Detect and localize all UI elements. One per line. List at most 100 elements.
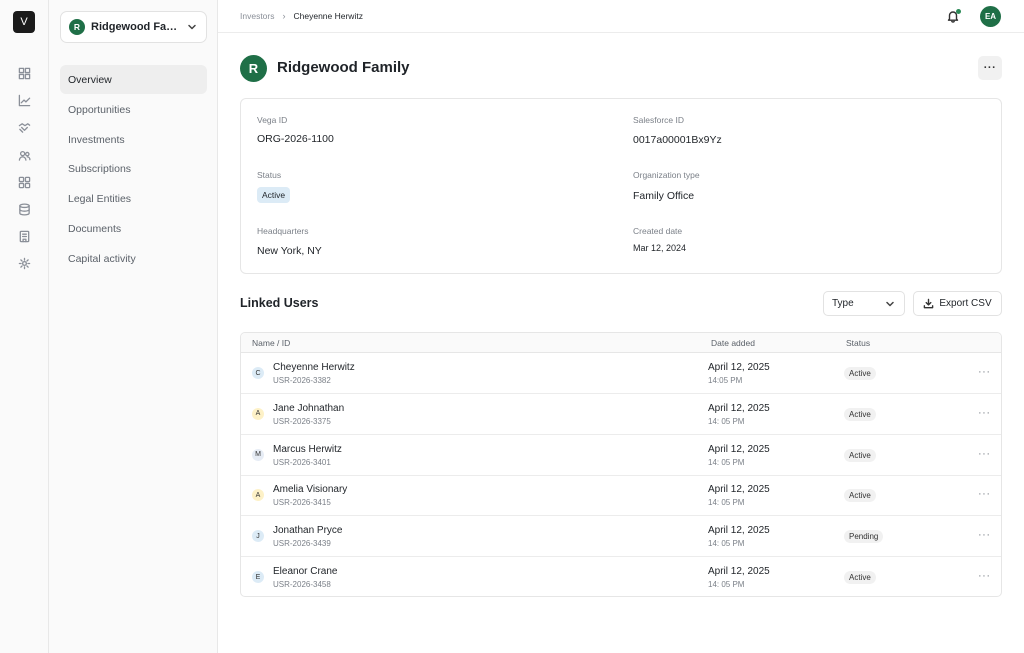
table-row[interactable]: A Amelia Visionary USR-2026-3415 April 1… — [241, 475, 1001, 517]
table-row[interactable]: A Jane Johnathan USR-2026-3375 April 12,… — [241, 394, 1001, 435]
salesforce-id-label: Salesforce ID — [633, 115, 685, 125]
nav-item-opportunities[interactable]: Opportunities — [60, 95, 207, 124]
breadcrumb-investors[interactable]: Investors — [240, 11, 275, 21]
headquarters-value: New York, NY — [257, 245, 322, 257]
gear-icon[interactable] — [17, 256, 31, 270]
user-id: USR-2026-3382 — [273, 376, 331, 385]
date-added: April 12, 2025 — [708, 525, 770, 537]
org-type-label: Organization type — [633, 170, 700, 180]
date-added: April 12, 2025 — [708, 566, 770, 577]
org-title-avatar: R — [240, 55, 267, 82]
headquarters-label: Headquarters — [257, 226, 309, 236]
org-type-value: Family Office — [633, 190, 695, 202]
user-id: USR-2026-3415 — [273, 498, 331, 508]
date-added: April 12, 2025 — [708, 402, 770, 414]
time-added: 14: 05 PM — [708, 498, 745, 508]
time-added: 14: 05 PM — [708, 457, 745, 467]
grid-icon[interactable] — [17, 175, 31, 189]
linked-users-title: Linked Users — [240, 296, 319, 310]
main-content: Investors › Cheyenne Herwitz EA R Ridgew… — [218, 0, 1024, 653]
notification-dot — [956, 9, 961, 14]
user-name[interactable]: Cheyenne Herwitz — [273, 362, 355, 373]
row-more-button[interactable]: ··· — [978, 448, 991, 460]
user-id: USR-2026-3401 — [273, 457, 331, 467]
status-badge: Active — [844, 448, 876, 462]
time-added: 14:05 PM — [708, 376, 743, 385]
org-avatar: R — [69, 19, 85, 35]
date-added: April 12, 2025 — [708, 362, 770, 373]
date-added: April 12, 2025 — [708, 484, 770, 496]
bell-icon[interactable] — [946, 9, 961, 23]
breadcrumb-current: Cheyenne Herwitz — [293, 11, 363, 21]
status-badge: Active — [844, 571, 876, 584]
handshake-icon[interactable] — [17, 120, 31, 134]
top-bar: Investors › Cheyenne Herwitz EA — [218, 0, 1024, 33]
status-label: Status — [257, 170, 282, 180]
export-csv-button[interactable]: Export CSV — [913, 291, 1002, 316]
status-badge: Active — [844, 407, 876, 421]
column-date-added[interactable]: Date added — [711, 338, 755, 348]
app-logo[interactable]: V — [13, 11, 35, 33]
linked-users-table: Name / ID Date added Status C Cheyenne H… — [240, 332, 1002, 597]
nav-item-legal-entities[interactable]: Legal Entities — [60, 184, 207, 213]
user-name[interactable]: Jane Johnathan — [273, 403, 344, 414]
user-row-avatar: M — [252, 448, 264, 461]
user-row-avatar: A — [252, 407, 264, 420]
vega-id-value: ORG-2026-1100 — [257, 133, 334, 145]
status-badge: Active — [844, 489, 876, 503]
side-nav: R Ridgewood Family Office Overview Oppor… — [49, 0, 218, 653]
user-row-avatar: E — [252, 571, 264, 583]
type-filter-label: Type — [832, 298, 854, 309]
row-more-button[interactable]: ··· — [978, 366, 991, 378]
chart-icon[interactable] — [17, 93, 31, 107]
user-row-avatar: C — [252, 367, 264, 379]
nav-item-capital-activity[interactable]: Capital activity — [60, 244, 207, 273]
type-filter-dropdown[interactable]: Type — [823, 291, 905, 316]
database-icon[interactable] — [17, 202, 31, 216]
download-icon — [924, 298, 934, 309]
table-row[interactable]: J Jonathan Pryce USR-2026-3439 April 12,… — [241, 516, 1001, 558]
table-header: Name / ID Date added Status — [241, 333, 1001, 353]
breadcrumb: Investors › Cheyenne Herwitz — [240, 11, 363, 21]
created-date-label: Created date — [633, 226, 683, 236]
user-id: USR-2026-3458 — [273, 580, 331, 589]
column-status[interactable]: Status — [846, 338, 870, 348]
details-card: Vega ID ORG-2026-1100 Salesforce ID 0017… — [240, 98, 1002, 274]
user-id: USR-2026-3375 — [273, 416, 331, 426]
more-actions-button[interactable]: ··· — [978, 56, 1002, 80]
salesforce-id-value: 0017a00001Bx9Yz — [633, 134, 722, 146]
row-more-button[interactable]: ··· — [978, 407, 991, 419]
column-name-id[interactable]: Name / ID — [252, 338, 290, 348]
status-badge: Active — [844, 367, 876, 380]
org-switcher[interactable]: R Ridgewood Family Office — [60, 11, 207, 43]
building-icon[interactable] — [17, 229, 31, 243]
row-more-button[interactable]: ··· — [978, 570, 991, 582]
user-name[interactable]: Eleanor Crane — [273, 566, 337, 577]
user-row-avatar: J — [252, 530, 264, 543]
nav-item-subscriptions[interactable]: Subscriptions — [60, 154, 207, 183]
chevron-down-icon — [186, 21, 198, 33]
row-more-button[interactable]: ··· — [978, 488, 991, 500]
time-added: 14: 05 PM — [708, 416, 745, 426]
created-date-value: Mar 12, 2024 — [633, 243, 687, 253]
time-added: 14: 05 PM — [708, 580, 745, 589]
table-row[interactable]: M Marcus Herwitz USR-2026-3401 April 12,… — [241, 435, 1001, 476]
user-name[interactable]: Marcus Herwitz — [273, 444, 342, 455]
nav-item-overview[interactable]: Overview — [60, 65, 207, 94]
org-name: Ridgewood Family Office — [91, 21, 182, 33]
icon-rail: V — [0, 0, 49, 653]
status-badge: Active — [257, 187, 291, 203]
row-more-button[interactable]: ··· — [978, 529, 991, 541]
user-name[interactable]: Amelia Visionary — [273, 484, 347, 495]
nav-item-documents[interactable]: Documents — [60, 214, 207, 243]
table-row[interactable]: E Eleanor Crane USR-2026-3458 April 12, … — [241, 557, 1001, 596]
user-avatar[interactable]: EA — [980, 6, 1001, 27]
page-title: Ridgewood Family — [277, 59, 410, 76]
table-row[interactable]: C Cheyenne Herwitz USR-2026-3382 April 1… — [241, 353, 1001, 394]
nav-item-investments[interactable]: Investments — [60, 125, 207, 154]
export-csv-label: Export CSV — [939, 298, 992, 309]
users-icon[interactable] — [17, 148, 31, 162]
status-badge: Pending — [844, 530, 884, 544]
user-name[interactable]: Jonathan Pryce — [273, 525, 343, 536]
dashboard-icon[interactable] — [17, 66, 31, 80]
